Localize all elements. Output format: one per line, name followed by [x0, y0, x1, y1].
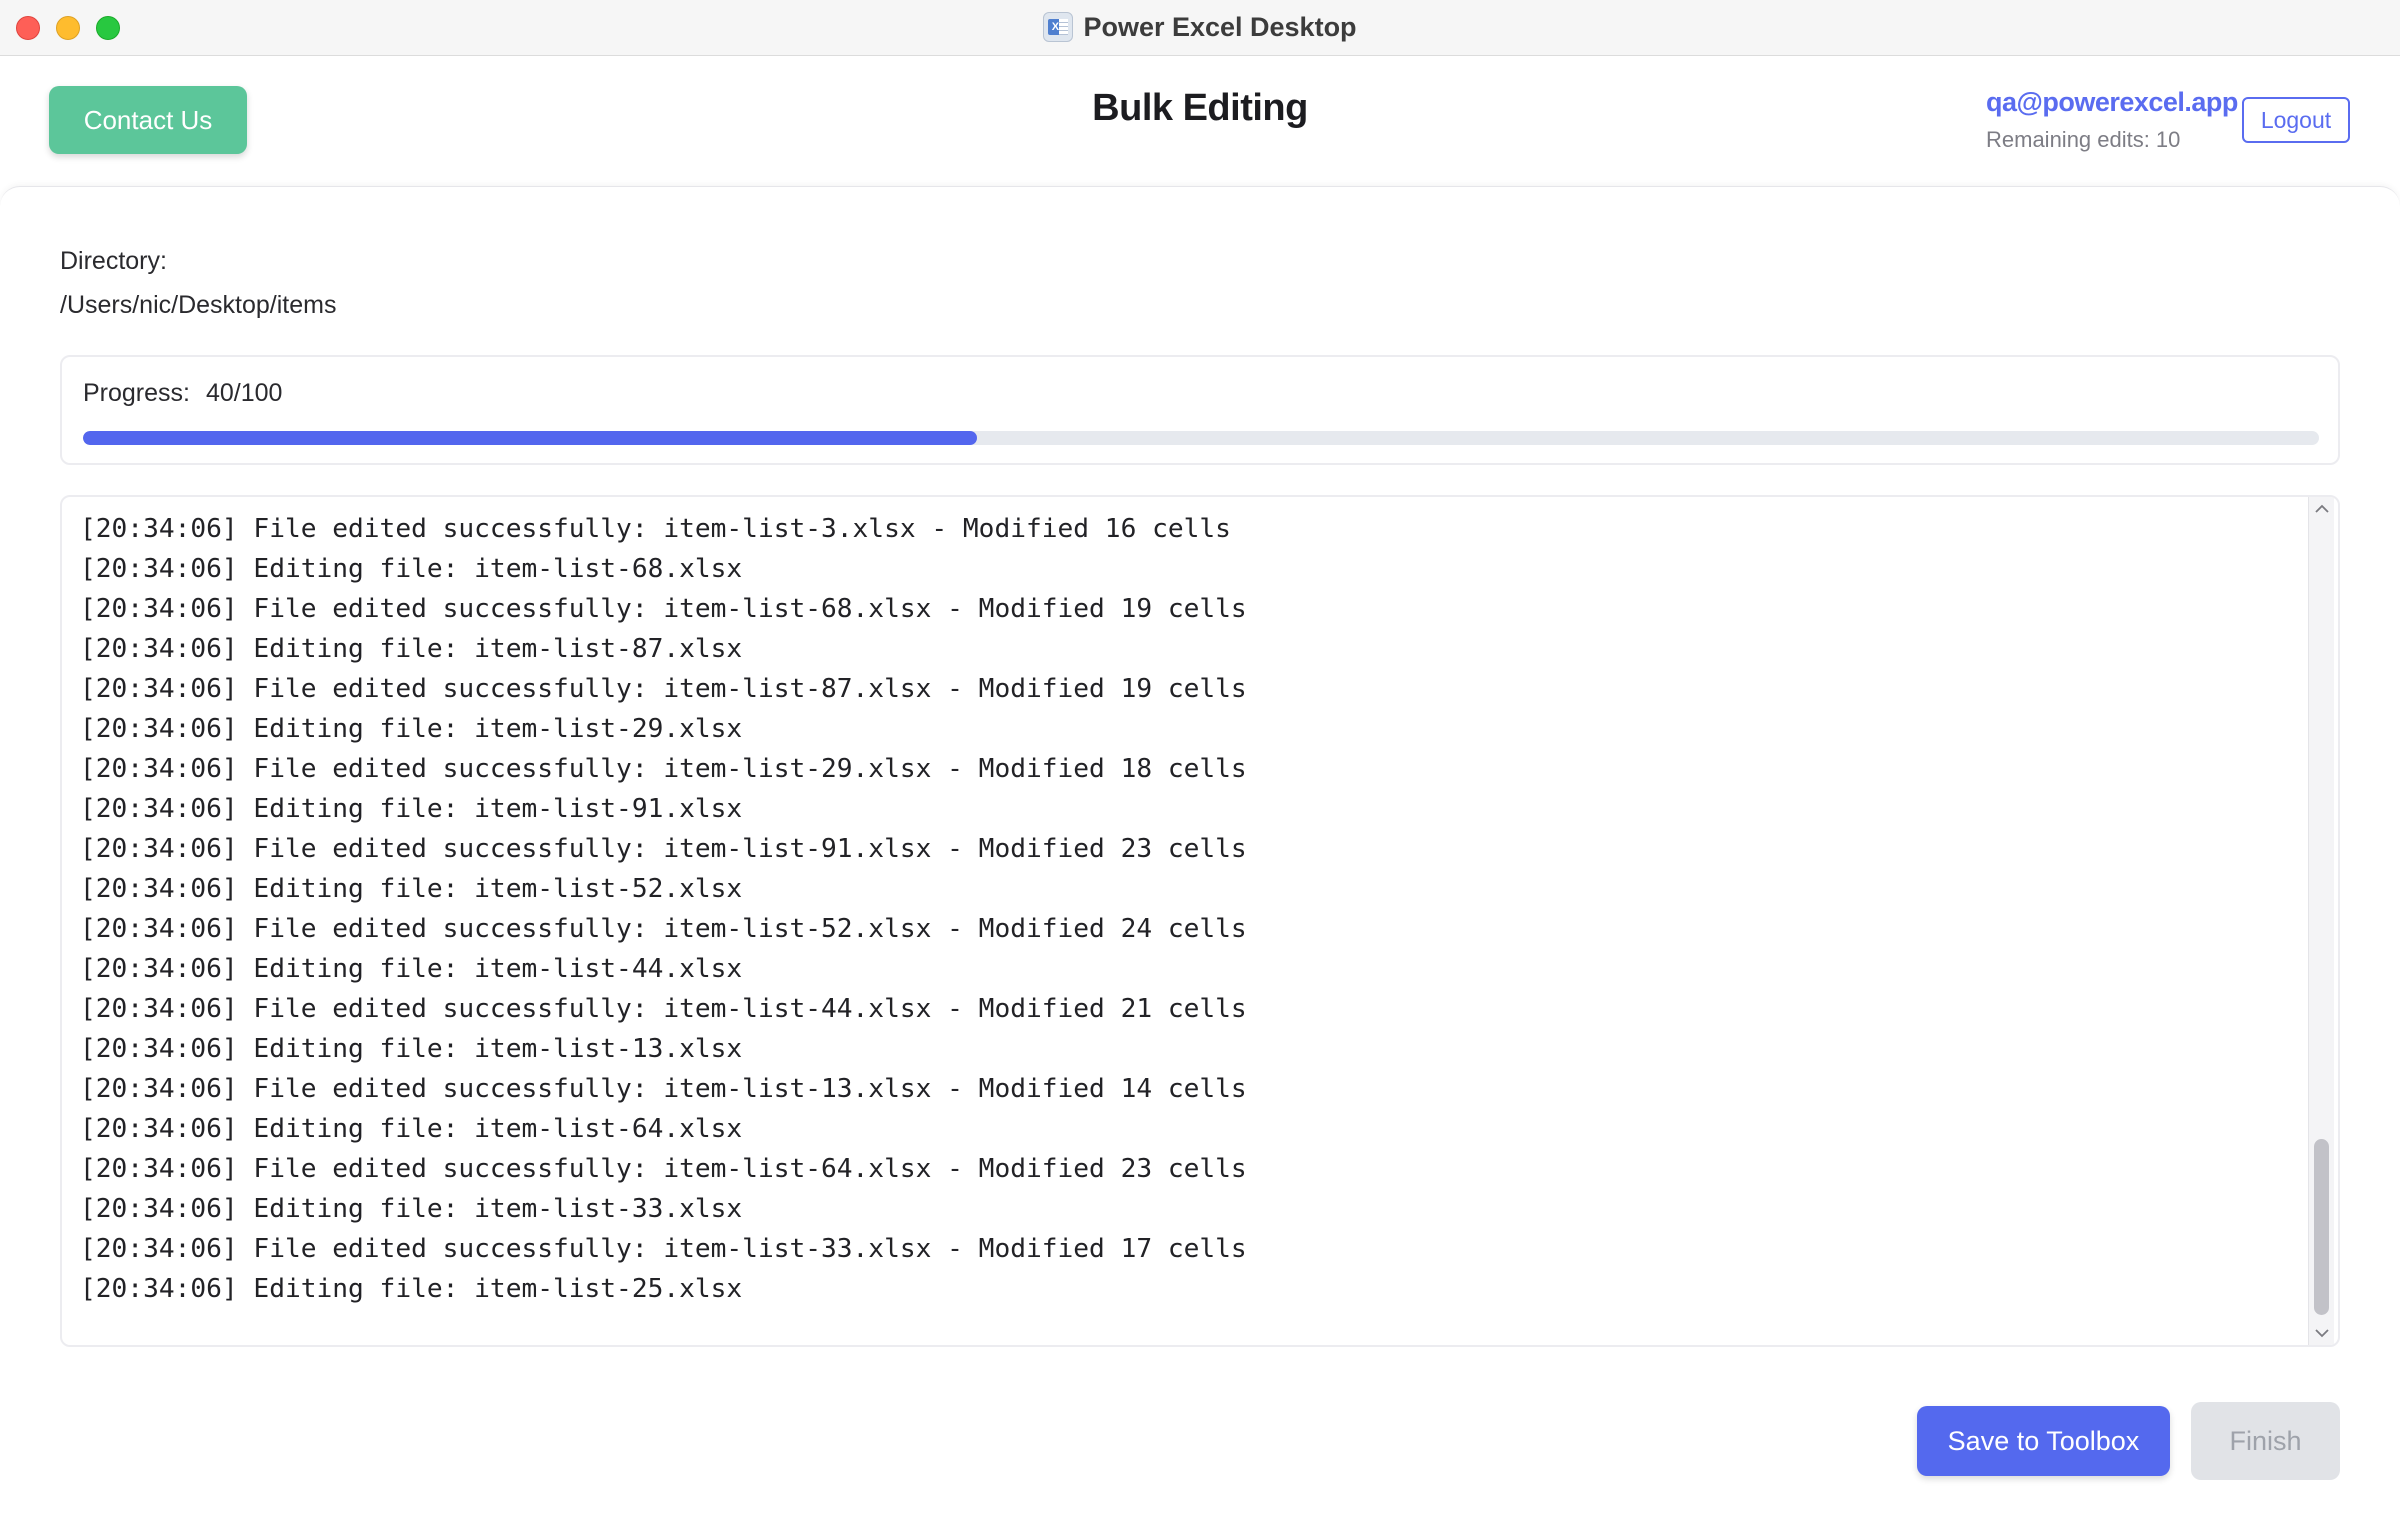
- progress-card: Progress: 40/100: [60, 355, 2340, 465]
- user-email-link[interactable]: qa@powerexcel.app: [1986, 87, 2238, 118]
- window-title-group: X Power Excel Desktop: [0, 0, 2400, 54]
- bulk-editing-panel: Directory: /Users/nic/Desktop/items Prog…: [0, 186, 2400, 1536]
- save-to-toolbox-button[interactable]: Save to Toolbox: [1917, 1406, 2170, 1476]
- window-title: Power Excel Desktop: [1083, 11, 1357, 42]
- app-header: Contact Us Bulk Editing qa@powerexcel.ap…: [0, 57, 2400, 185]
- finish-button[interactable]: Finish: [2191, 1402, 2340, 1480]
- progress-bar-track: [83, 431, 2319, 445]
- log-line: [20:34:06] File edited successfully: ite…: [80, 1234, 1247, 1264]
- log-line: [20:34:06] Editing file: item-list-25.xl…: [80, 1274, 743, 1304]
- directory-path: /Users/nic/Desktop/items: [60, 291, 337, 319]
- excel-app-icon: X: [1043, 12, 1074, 42]
- progress-bar-fill: [83, 431, 978, 445]
- window-titlebar: X Power Excel Desktop: [0, 0, 2400, 56]
- scroll-down-arrow-icon[interactable]: [2309, 1321, 2335, 1345]
- excel-app-icon-grid: [1059, 19, 1069, 35]
- log-line: [20:34:06] Editing file: item-list-52.xl…: [80, 874, 743, 904]
- log-line: [20:34:06] Editing file: item-list-44.xl…: [80, 954, 743, 984]
- log-line: [20:34:06] File edited successfully: ite…: [80, 594, 1247, 624]
- log-output[interactable]: [20:34:06] File edited successfully: ite…: [60, 495, 2340, 1347]
- log-lines: [20:34:06] File edited successfully: ite…: [80, 509, 2300, 1309]
- remaining-edits: Remaining edits: 10: [1986, 127, 2180, 153]
- remaining-edits-label: Remaining edits:: [1986, 127, 2150, 152]
- log-line: [20:34:06] File edited successfully: ite…: [80, 914, 1247, 944]
- progress-label: Progress:: [83, 379, 190, 407]
- log-line: [20:34:06] File edited successfully: ite…: [80, 514, 1231, 544]
- log-line: [20:34:06] File edited successfully: ite…: [80, 834, 1247, 864]
- log-line: [20:34:06] Editing file: item-list-33.xl…: [80, 1194, 743, 1224]
- log-line: [20:34:06] File edited successfully: ite…: [80, 1154, 1247, 1184]
- log-line: [20:34:06] Editing file: item-list-13.xl…: [80, 1034, 743, 1064]
- logout-button[interactable]: Logout: [2242, 97, 2350, 143]
- log-line: [20:34:06] Editing file: item-list-68.xl…: [80, 554, 743, 584]
- log-line: [20:34:06] File edited successfully: ite…: [80, 674, 1247, 704]
- remaining-edits-count: 10: [2155, 127, 2181, 152]
- log-line: [20:34:06] File edited successfully: ite…: [80, 1074, 1247, 1104]
- log-line: [20:34:06] Editing file: item-list-29.xl…: [80, 714, 743, 744]
- log-line: [20:34:06] Editing file: item-list-64.xl…: [80, 1114, 743, 1144]
- log-scrollbar[interactable]: [2308, 497, 2334, 1345]
- scroll-up-arrow-icon[interactable]: [2309, 497, 2335, 521]
- log-scrollbar-thumb[interactable]: [2314, 1139, 2329, 1315]
- progress-value: 40/100: [206, 379, 283, 407]
- log-line: [20:34:06] File edited successfully: ite…: [80, 994, 1247, 1024]
- log-line: [20:34:06] File edited successfully: ite…: [80, 754, 1247, 784]
- directory-label: Directory:: [60, 247, 167, 275]
- log-line: [20:34:06] Editing file: item-list-87.xl…: [80, 634, 743, 664]
- log-line: [20:34:06] Editing file: item-list-91.xl…: [80, 794, 743, 824]
